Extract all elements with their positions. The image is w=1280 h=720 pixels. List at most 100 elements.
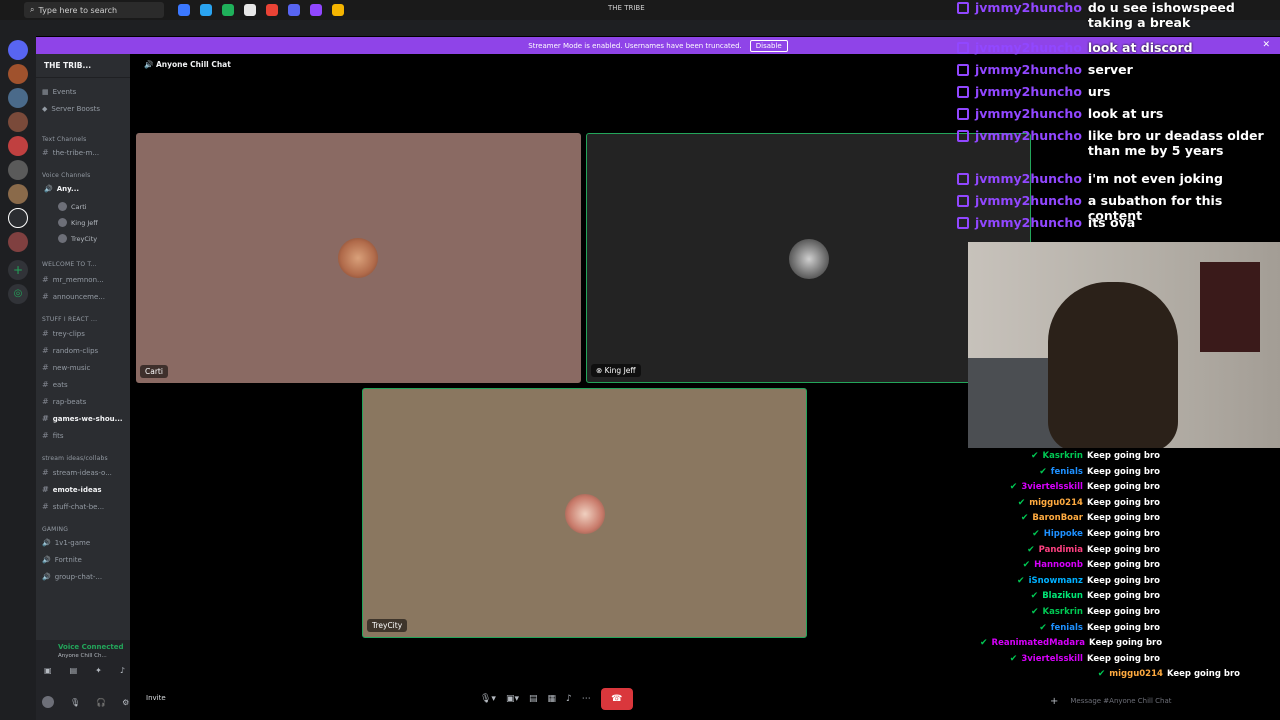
voice-actions: ▣ ▤ ✦ ♪ [44,666,125,675]
chat-username: miggu0214 [1109,669,1163,680]
calendar-icon: ▦ [42,88,49,96]
server-icon[interactable] [8,208,28,228]
avatar [58,202,67,211]
chat-username: fenials [1050,466,1083,477]
channel-1v1[interactable]: 🔊 1v1-game [42,539,90,547]
avatar[interactable] [42,696,54,708]
channel-trey-clips[interactable]: # trey-clips [42,329,85,338]
server-icon[interactable] [8,88,28,108]
channel-the-tribe[interactable]: # the-tribe-m... [42,148,99,157]
tile-username: TreyCity [367,619,408,632]
channel-games[interactable]: # games-we-shou... [42,414,123,423]
screen-share-icon[interactable]: ▤ [70,666,78,675]
home-icon[interactable] [8,40,28,60]
chat-text: Keep going bro [1086,466,1160,477]
discord-icon[interactable] [288,4,300,16]
mic-icon[interactable]: 🎙 [70,698,80,707]
app-icon[interactable] [200,4,212,16]
channel-group-chat[interactable]: 🔊 group-chat-... [42,573,102,581]
category-voice-channels[interactable]: Voice Channels [42,172,90,179]
events-item[interactable]: ▦ Events [42,88,76,96]
chat-input[interactable]: + Message #Anyone Chill Chat [1050,692,1275,710]
channel-fortnite[interactable]: 🔊 Fortnite [42,556,82,564]
chat-message: ✔ fenials Keep going bro [1039,623,1160,633]
channel-stuff-chat[interactable]: # stuff-chat-be... [42,502,104,511]
gear-icon[interactable]: ⚙ [122,698,129,707]
plus-icon[interactable]: + [1050,696,1058,707]
hash-icon: # [42,485,49,494]
chat-message: ✔ 3viertelsskill Keep going bro [1010,654,1160,664]
voice-user[interactable]: King Jeff [58,218,98,227]
invite-button[interactable]: Invite [146,694,166,702]
headphones-icon[interactable]: 🎧 [96,698,106,707]
camera-icon[interactable]: ▣ [44,666,52,675]
chat-username: Kasrkrin [1042,607,1083,617]
voice-user[interactable]: Carti [58,202,87,211]
channel-header: 🔊 Anyone Chill Chat [144,60,231,69]
server-icon[interactable] [8,112,28,132]
category-gaming[interactable]: GAMING [42,526,68,533]
app-icon[interactable] [266,4,278,16]
more-icon[interactable]: ⋯ [582,694,591,704]
channel-announcements[interactable]: # announceme... [42,292,105,301]
taskbar-search[interactable]: ⌕ Type here to search [24,2,164,18]
channel-rap-beats[interactable]: # rap-beats [42,397,86,406]
server-icon[interactable] [8,184,28,204]
wall-poster [1200,262,1260,352]
chat-message: ✔ Pandimia Keep going bro [1027,545,1160,555]
channel-mr[interactable]: # mr_memnon... [42,275,104,284]
screen-share-icon[interactable]: ▤ [529,694,538,704]
disable-button[interactable]: Disable [749,39,788,52]
server-icon[interactable] [8,160,28,180]
overlay-message: jvmmy2huncho i'm not even joking [957,171,1223,186]
channel-random-clips[interactable]: # random-clips [42,346,98,355]
hang-up-button[interactable]: ☎ [600,688,633,710]
app-icon[interactable] [244,4,256,16]
activity-icon[interactable]: ▦ [548,694,557,704]
speaker-icon: 🔊 [44,185,53,193]
category-stuff[interactable]: STUFF I REACT ... [42,316,97,323]
call-controls: 🎙▾ ▣▾ ▤ ▦ ♪ ⋯ ☎ [480,688,633,710]
category-text-channels[interactable]: Text Channels [42,136,86,143]
chat-text: Keep going bro [1166,669,1240,680]
server-name[interactable]: THE TRIB... [36,54,130,78]
app-icon[interactable] [178,4,190,16]
app-icon[interactable] [310,4,322,16]
video-tile[interactable]: TreyCity [362,388,807,638]
hash-icon: # [42,380,49,389]
server-icon[interactable] [8,232,28,252]
speaker-icon: 🔊 [42,556,51,564]
channel-stream-ideas[interactable]: # stream-ideas-o... [42,468,112,477]
check-icon: ✔ [1039,622,1047,633]
badge-icon [957,2,969,14]
channel-anyone-chill[interactable]: 🔊 Any... [44,185,79,193]
chat-message: ✔ miggu0214 Keep going bro [1018,498,1160,508]
explore-icon[interactable]: ◎ [8,284,28,304]
soundboard-icon[interactable]: ♪ [120,666,125,675]
camera-icon[interactable]: ▣▾ [506,694,519,704]
add-server-icon[interactable]: + [8,260,28,280]
app-icon[interactable] [222,4,234,16]
chat-message: ✔ 3viertelsskill Keep going bro [1010,482,1160,492]
check-icon: ✔ [1030,591,1039,602]
channel-new-music[interactable]: # new-music [42,363,90,372]
channel-eats[interactable]: # eats [42,380,68,389]
voice-user[interactable]: TreyCity [58,234,97,243]
hash-icon: # [42,292,49,301]
video-tile[interactable]: Carti [136,133,581,383]
boosts-item[interactable]: ◆ Server Boosts [42,105,100,113]
hash-icon: # [42,397,49,406]
activity-icon[interactable]: ✦ [95,666,102,675]
server-icon[interactable] [8,136,28,156]
server-icon[interactable] [8,64,28,84]
window-title: THE TRIBE [608,4,645,12]
category-welcome[interactable]: WELCOME TO T... [42,261,97,268]
chat-username: miggu0214 [1029,497,1083,508]
category-stream-ideas[interactable]: stream ideas/collabs [42,455,108,462]
badge-icon [957,195,969,207]
channel-fits[interactable]: # fits [42,431,64,440]
chrome-icon[interactable] [332,4,344,16]
soundboard-icon[interactable]: ♪ [566,694,572,704]
channel-emote-ideas[interactable]: # emote-ideas [42,485,102,494]
mic-icon[interactable]: 🎙▾ [480,694,496,704]
